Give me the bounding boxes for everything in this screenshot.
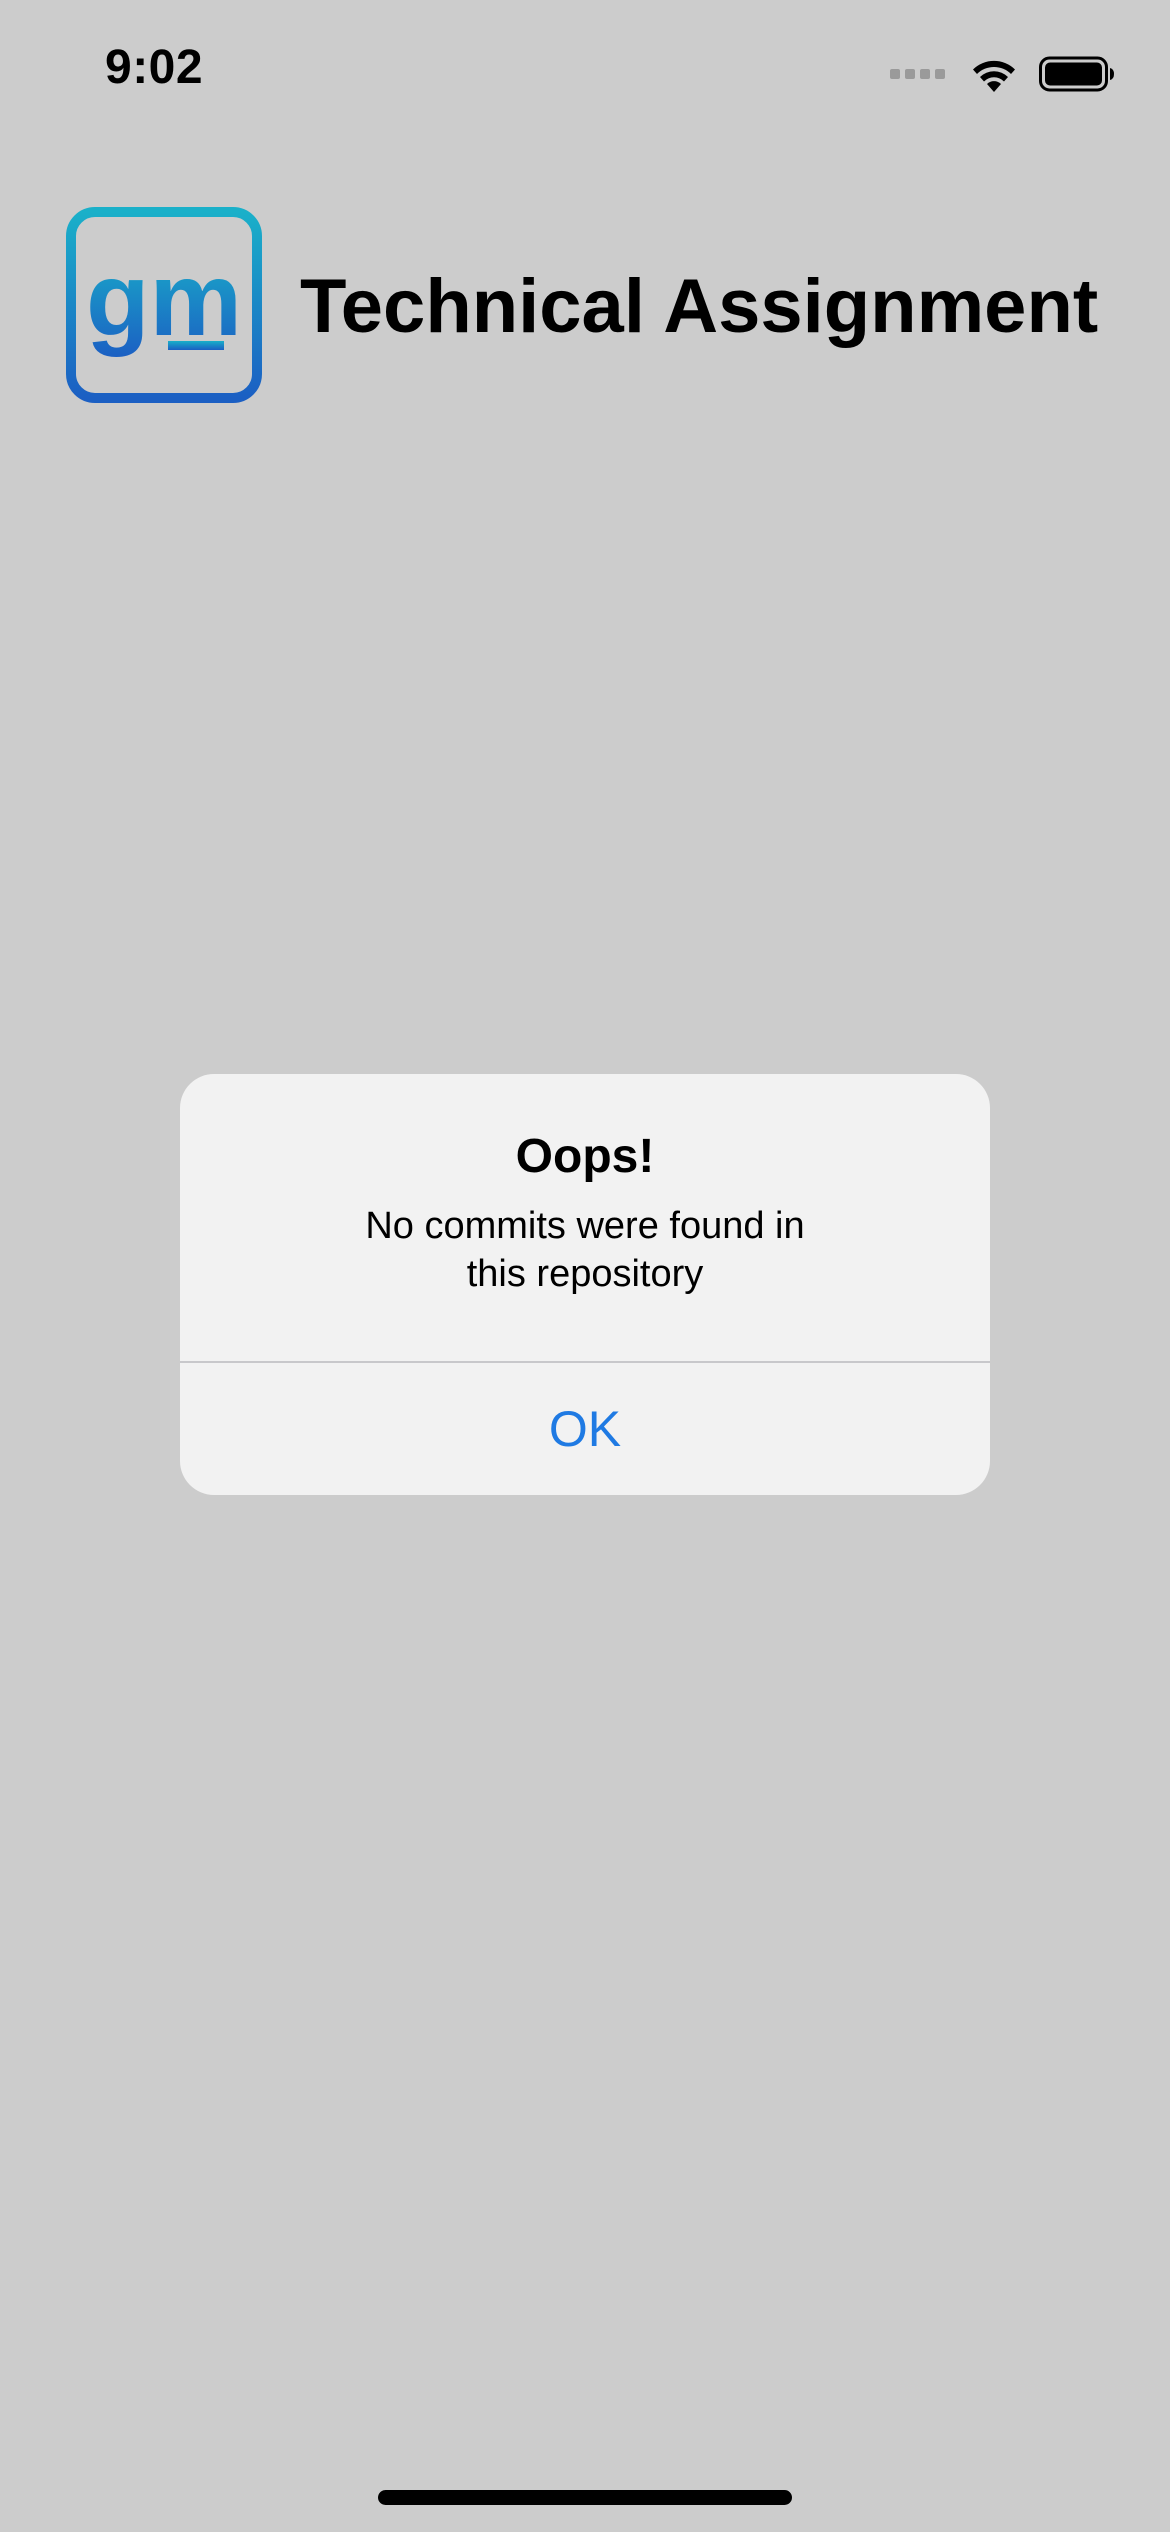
alert-title: Oops! [515,1130,655,1183]
svg-text:gm: gm [86,242,242,358]
status-icons [890,52,1115,96]
alert-message-line-2: this repository [466,1253,704,1295]
home-indicator[interactable] [378,2490,792,2505]
cellular-signal-icon [890,69,945,79]
alert-message-line-1: No commits were found in [365,1205,805,1247]
page-title: Technical Assignment [300,264,1099,349]
alert-message: No commits were found in this repository [250,1202,920,1298]
gm-logo: gm [66,207,262,403]
status-time: 9:02 [105,41,204,94]
ok-button[interactable]: OK [180,1363,990,1495]
wifi-icon [973,60,1015,92]
alert-dialog: Oops! No commits were found in this repo… [180,1074,990,1495]
battery-icon [1039,56,1114,92]
